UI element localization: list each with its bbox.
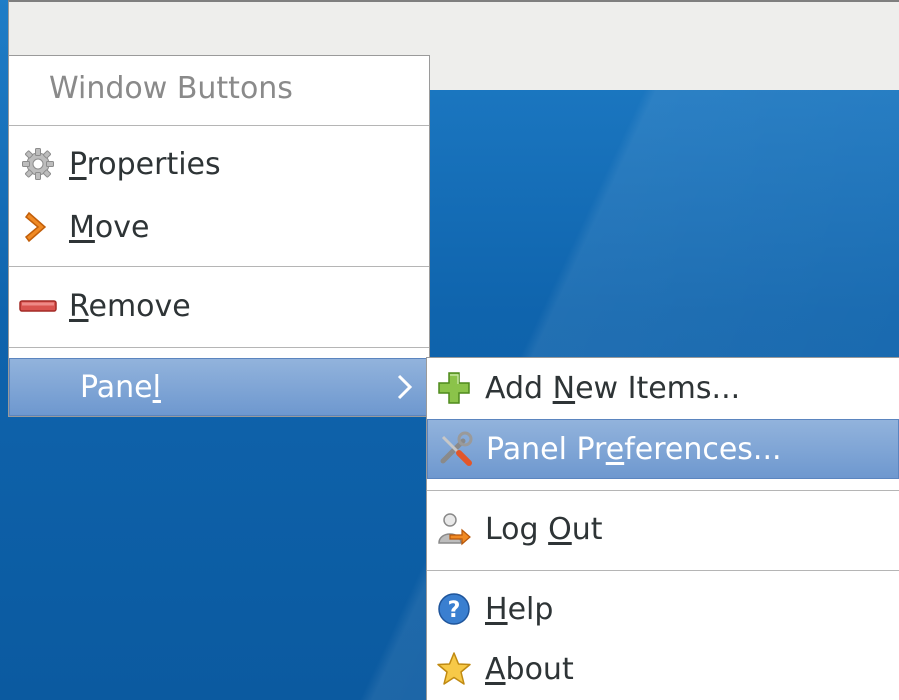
- preferences-tools-icon: [436, 430, 474, 468]
- menu-item-panel[interactable]: Panel: [9, 358, 429, 416]
- submenu-item-help[interactable]: ? Help: [427, 581, 899, 637]
- menu-item-label: Properties: [69, 146, 221, 182]
- help-icon: ?: [435, 590, 473, 628]
- submenu-separator: [427, 570, 899, 571]
- gear-icon: [19, 145, 57, 183]
- add-plus-icon: [435, 369, 473, 407]
- menu-item-label: Remove: [69, 288, 191, 324]
- panel-submenu: Add New Items... Panel Preferences... Lo…: [426, 357, 899, 700]
- menu-separator: [9, 347, 429, 348]
- submenu-item-log-out[interactable]: Log Out: [427, 501, 899, 557]
- menu-item-properties[interactable]: Properties: [9, 136, 429, 192]
- submenu-item-label: Log Out: [485, 511, 603, 547]
- move-arrow-icon: [19, 208, 57, 246]
- submenu-item-label: Help: [485, 591, 554, 627]
- menu-item-remove[interactable]: Remove: [9, 278, 429, 334]
- menu-item-move[interactable]: Move: [9, 199, 429, 255]
- submenu-item-add-new-items[interactable]: Add New Items...: [427, 360, 899, 416]
- submenu-item-panel-preferences[interactable]: Panel Preferences...: [427, 419, 899, 479]
- menu-separator: [9, 125, 429, 126]
- submenu-item-about[interactable]: About: [427, 641, 899, 697]
- svg-text:?: ?: [448, 598, 461, 623]
- window-buttons-context-menu: Window Buttons Properties Move Remove Pa…: [8, 55, 430, 417]
- menu-item-label: Move: [69, 209, 150, 245]
- star-icon: [435, 650, 473, 688]
- submenu-item-label: Panel Preferences...: [486, 431, 782, 467]
- submenu-item-label: Add New Items...: [485, 370, 741, 406]
- submenu-item-label: About: [485, 651, 574, 687]
- menu-separator: [9, 266, 429, 267]
- log-out-icon: [435, 510, 473, 548]
- submenu-arrow-icon: [396, 373, 414, 400]
- menu-title: Window Buttons: [9, 60, 429, 116]
- remove-icon: [19, 287, 57, 325]
- menu-title-label: Window Buttons: [49, 70, 293, 106]
- menu-item-label: Panel: [80, 369, 161, 405]
- submenu-separator: [427, 490, 899, 491]
